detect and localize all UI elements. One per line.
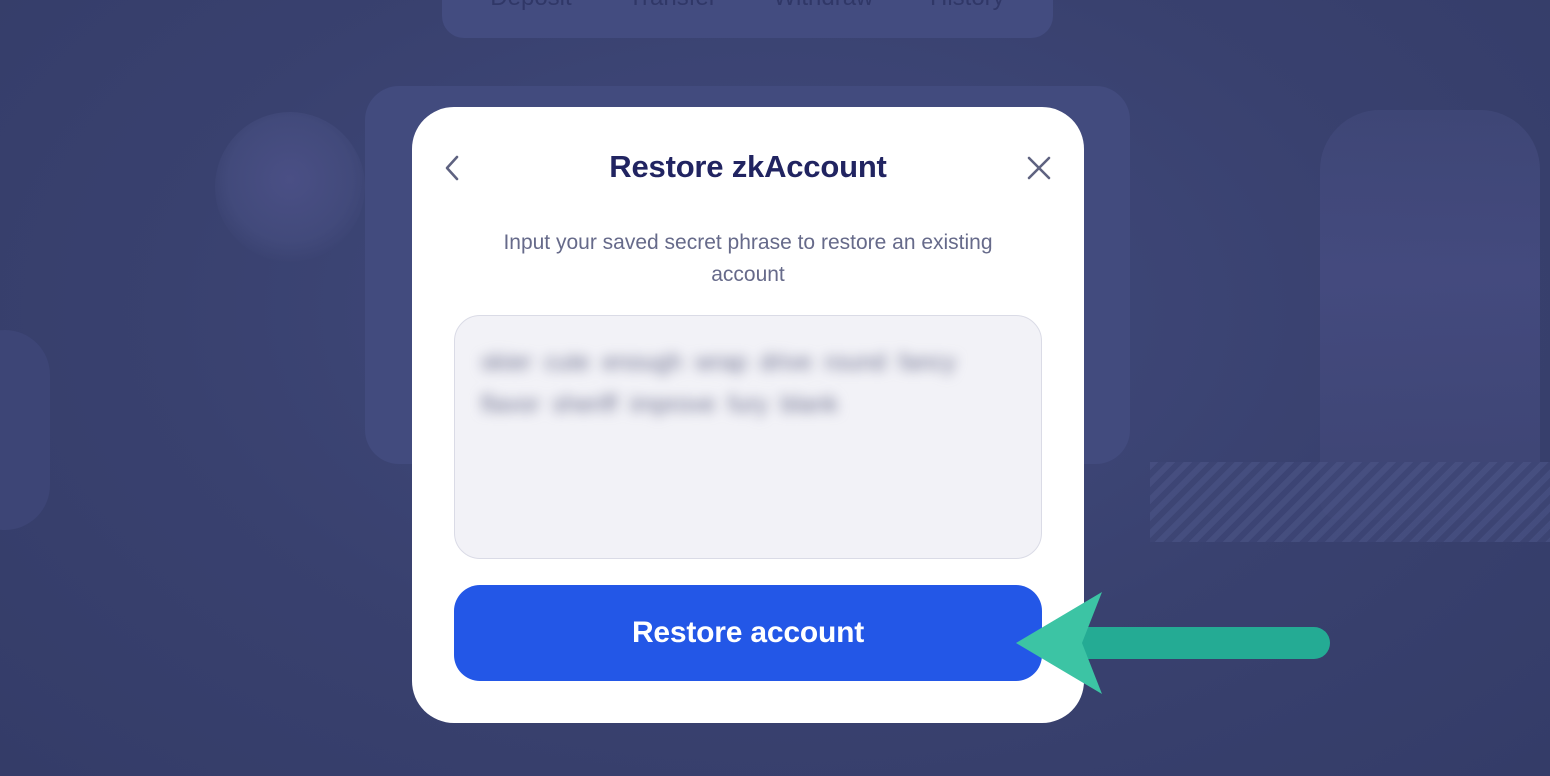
restore-account-button[interactable]: Restore account <box>454 585 1042 681</box>
restore-account-modal: Restore zkAccount Input your saved secre… <box>412 107 1084 723</box>
background-tab-deposit: Deposit <box>490 0 571 38</box>
background-illustration-left-edge <box>0 330 50 530</box>
annotation-arrow-icon <box>1016 592 1330 694</box>
close-icon <box>1027 156 1051 180</box>
background-illustration-character <box>1320 110 1540 520</box>
background-tab-transfer: Transfer <box>628 0 716 38</box>
background-tab-bar: Deposit Transfer Withdraw History <box>442 0 1053 38</box>
background-illustration-bench <box>1150 462 1550 542</box>
modal-description: Input your saved secret phrase to restor… <box>503 231 993 286</box>
secret-phrase-input[interactable]: skier cute enough wrap drive round fancy… <box>481 342 1001 534</box>
background-tab-withdraw: Withdraw <box>773 0 873 38</box>
secret-phrase-field[interactable]: skier cute enough wrap drive round fancy… <box>454 315 1042 559</box>
modal-header: Restore zkAccount <box>412 145 1084 191</box>
background-illustration-left <box>215 112 365 262</box>
close-button[interactable] <box>1016 145 1062 191</box>
background-tab-history: History <box>930 0 1005 38</box>
modal-title: Restore zkAccount <box>609 149 887 184</box>
